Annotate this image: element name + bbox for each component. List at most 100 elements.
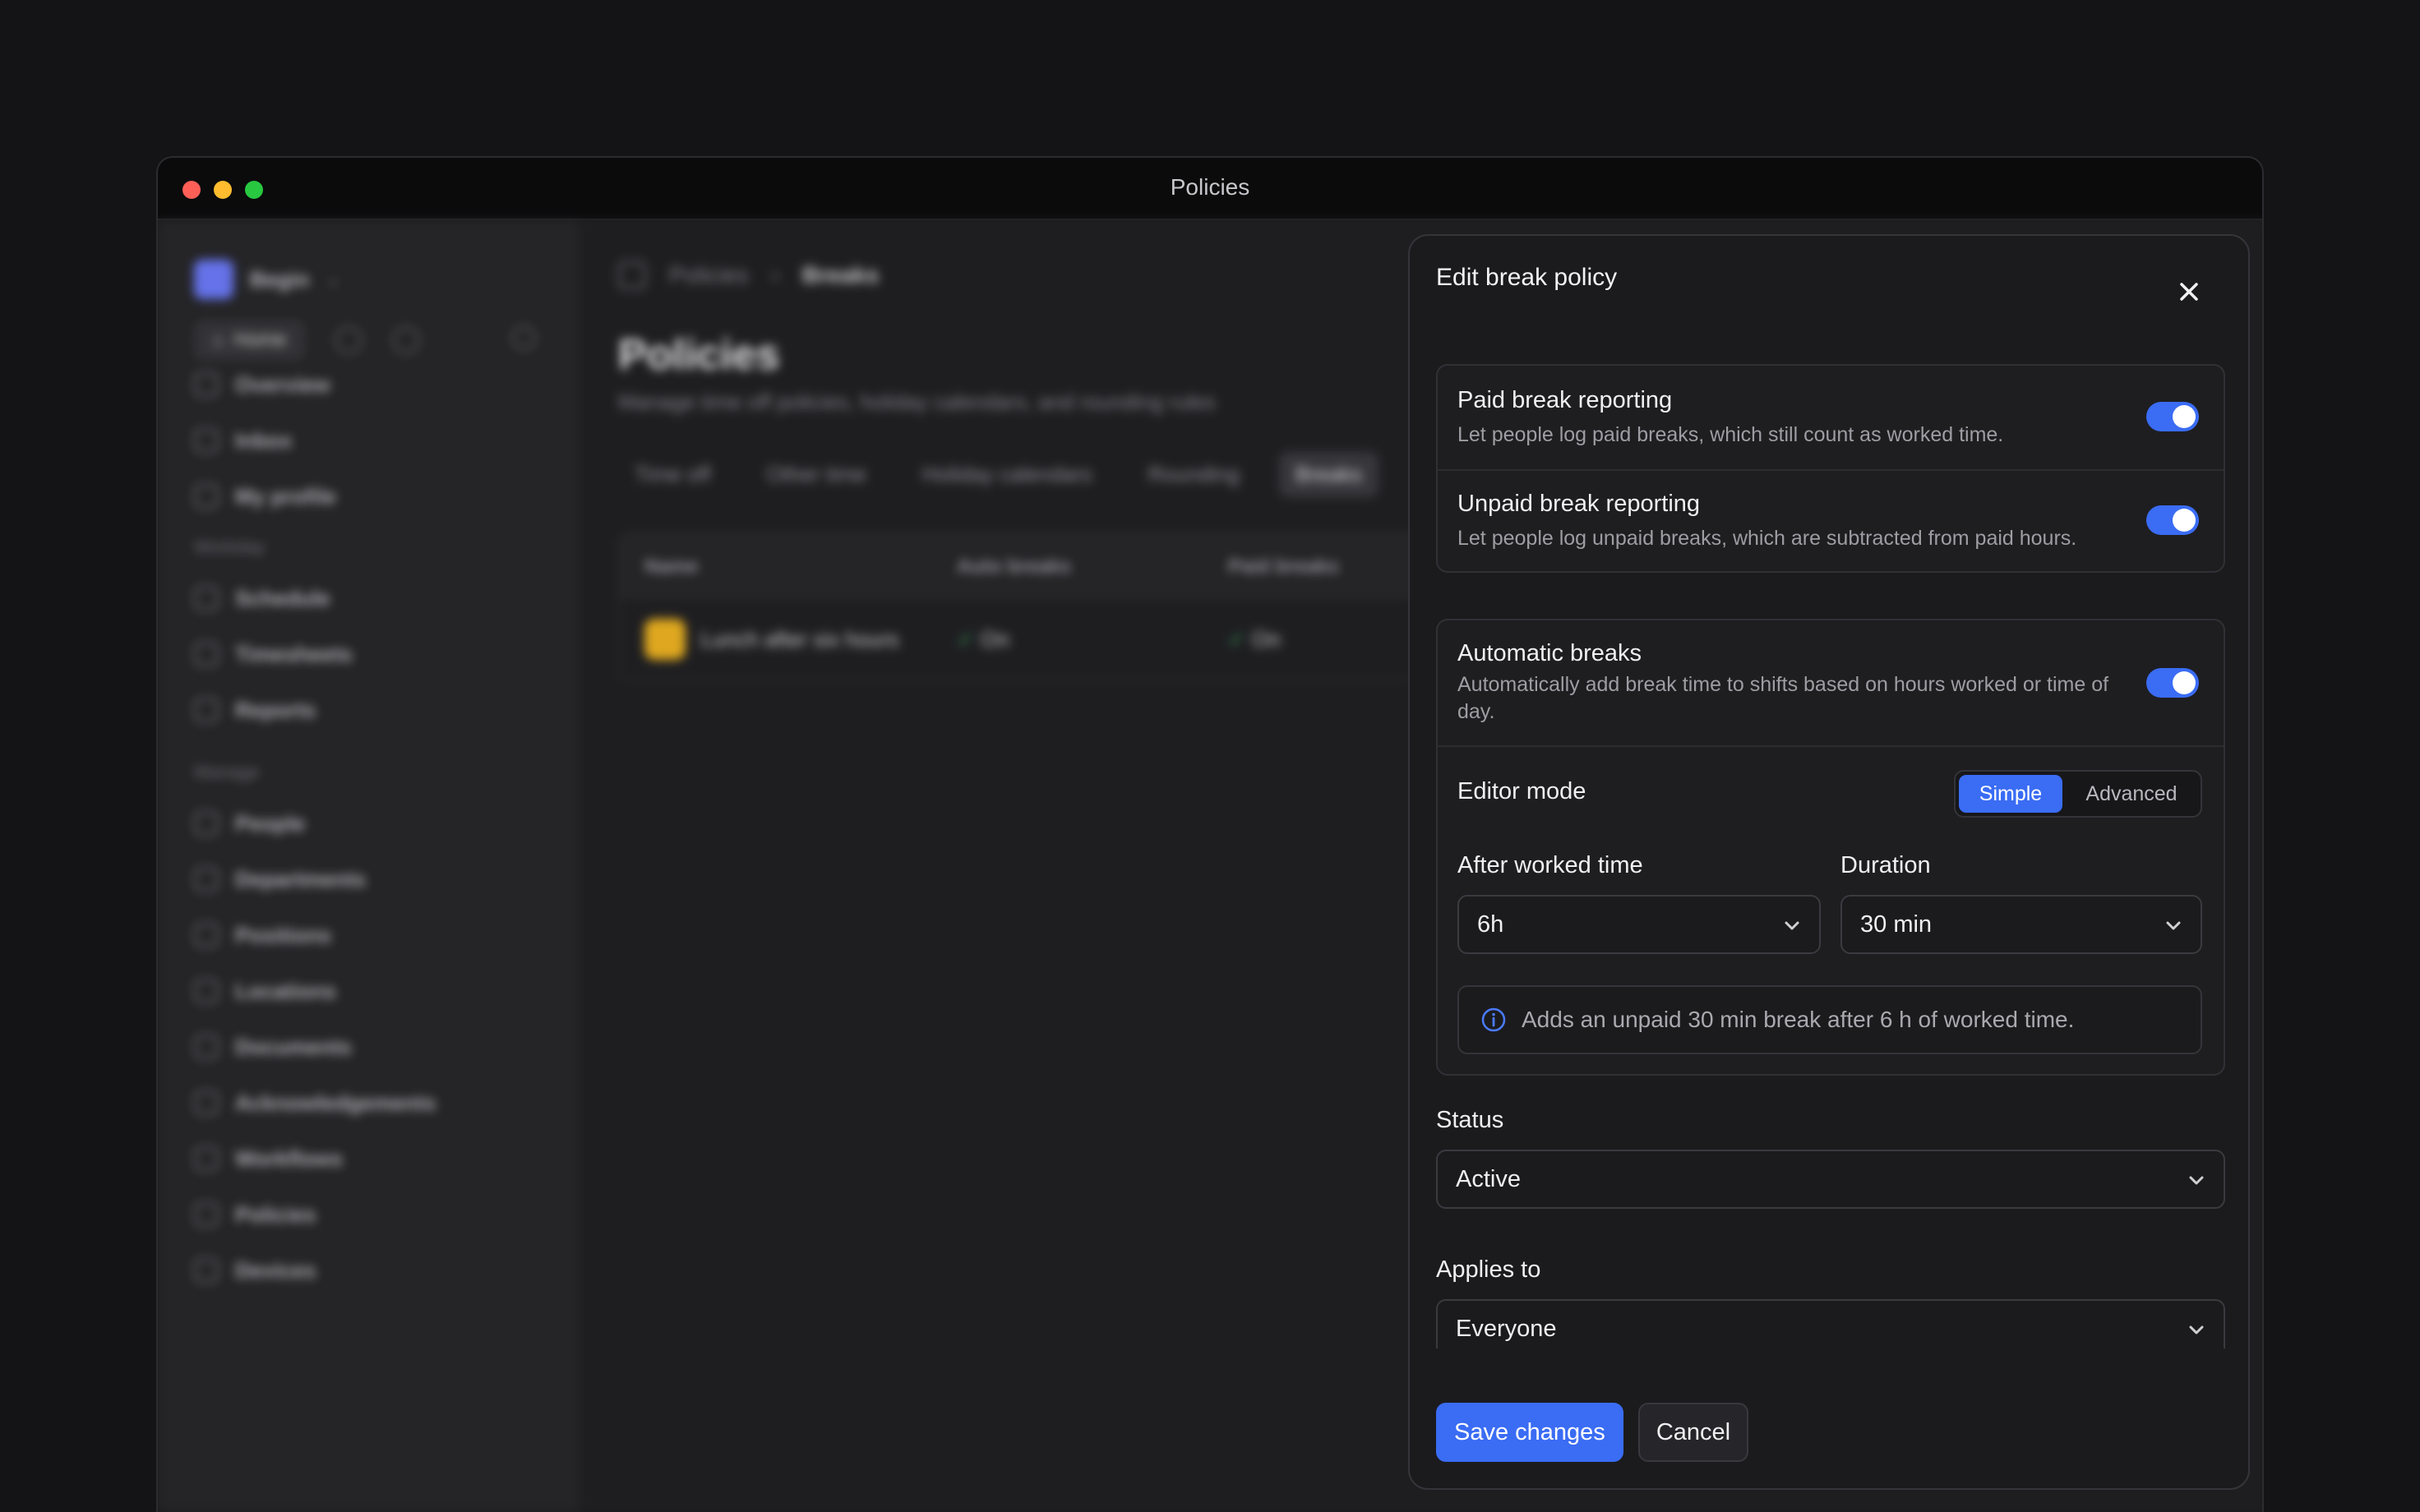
info-icon [1481,1007,1506,1032]
sidebar-item[interactable]: Reports [194,682,353,738]
automatic-breaks-card: Automatic breaks Automatically add break… [1436,619,2225,1076]
editor-mode-segmented-control: Simple Advanced [1954,770,2202,818]
after-worked-time-select[interactable]: 6h [1457,895,1821,954]
duration-label: Duration [1840,852,1931,878]
locations-icon [194,979,219,1003]
sidebar-item[interactable]: Devices [194,1242,436,1298]
tab-rounding[interactable]: Rounding [1132,452,1256,497]
sidebar-item[interactable]: Overview [194,357,336,413]
workspace-name: Begin [250,266,310,292]
duration-select[interactable]: 30 min [1840,895,2202,954]
info-callout: Adds an unpaid 30 min break after 6 h of… [1457,985,2202,1054]
editor-mode-label: Editor mode [1457,778,1586,804]
sidebar-item[interactable]: My profile [194,468,336,524]
paid-breaks-value: On [1252,626,1281,652]
search-icon[interactable] [511,325,536,350]
breadcrumb-item[interactable]: Policies [669,262,748,288]
policies-icon [194,1202,219,1227]
section-label: Manage [194,762,260,782]
edit-break-policy-dialog: Edit break policy Paid break reporting L… [1408,234,2250,1490]
home-button[interactable]: ⌂ Home [194,320,305,360]
after-worked-time-label: After worked time [1457,852,1643,878]
departments-icon [194,867,219,892]
editor-mode-advanced[interactable]: Advanced [2066,775,2197,813]
home-icon: ⌂ [212,329,224,351]
sidebar-item[interactable]: Positions [194,907,436,963]
sidebar-item[interactable]: Locations [194,963,436,1019]
page-title: Policies [618,331,780,379]
paid-break-desc: Let people log paid breaks, which still … [1457,423,2004,446]
close-icon [2180,283,2198,301]
tab-breaks[interactable]: Breaks [1278,452,1379,497]
info-text: Adds an unpaid 30 min break after 6 h of… [1522,1007,2075,1032]
workspace-logo [194,260,233,299]
sidebar-item[interactable]: Acknowledgements [194,1075,436,1131]
save-changes-button[interactable]: Save changes [1436,1403,1623,1462]
unpaid-break-title: Unpaid break reporting [1457,491,1701,517]
check-icon: ✓ [1228,626,1253,652]
notifications-icon[interactable] [334,326,363,354]
sidebar-item[interactable]: Schedule [194,570,353,626]
documents-icon [194,1035,219,1059]
unpaid-break-toggle[interactable] [2146,505,2199,535]
break-reporting-card: Paid break reporting Let people log paid… [1436,364,2225,573]
policy-icon [644,619,686,660]
tab-holiday-calendars[interactable]: Holiday calendars [906,452,1109,497]
tabs: Time off Other time Holiday calendars Ro… [618,452,1379,497]
applies-to-value: Everyone [1456,1315,1557,1342]
after-worked-time-value: 6h [1477,910,1504,938]
sidebar-item[interactable]: Workflows [194,1131,436,1187]
inbox-icon [194,428,219,453]
sidebar-item[interactable]: People [194,795,436,851]
auto-breaks-value: On [981,626,1009,652]
quick-actions: ⌂ Home [194,320,420,360]
column-header[interactable]: Auto breaks [957,555,1228,579]
editor-mode-simple[interactable]: Simple [1959,775,2062,813]
status-label: Status [1436,1107,1504,1133]
home-label: Home [233,329,287,351]
policy-name: Lunch after six hours [700,626,899,652]
workflows-icon [194,1146,219,1171]
chevron-down-icon [2166,921,2181,930]
dialog-scroll-area[interactable]: Paid break reporting Let people log paid… [1436,364,2225,1348]
automatic-breaks-toggle[interactable] [2146,668,2199,698]
dialog-footer: Save changes Cancel [1436,1403,1749,1462]
app-window: Policies Begin ⌄ ⌂ Home Overview Inbox M… [156,156,2264,1512]
window-title: Policies [1170,174,1250,200]
chevron-down-icon [1785,921,1799,930]
sidebar-item[interactable]: Departments [194,851,436,907]
sidebar-toggle-icon[interactable] [618,261,646,289]
profile-icon [194,484,219,509]
sidebar-item[interactable]: Inbox [194,413,336,468]
section-label: Workday [194,537,266,557]
sidebar-item[interactable]: Timesheets [194,626,353,682]
applies-to-select[interactable]: Everyone [1436,1299,2225,1348]
status-select[interactable]: Active [1436,1150,2225,1209]
sidebar: Begin ⌄ ⌂ Home Overview Inbox My profile… [158,220,579,1512]
cancel-button[interactable]: Cancel [1637,1403,1749,1462]
breadcrumb: Policies › Breaks [618,261,879,289]
duration-value: 30 min [1860,910,1933,938]
tab-time-off[interactable]: Time off [618,452,727,497]
help-icon[interactable] [391,326,420,354]
close-button[interactable] [2173,275,2205,308]
tab-other-time[interactable]: Other time [750,452,882,497]
automatic-breaks-settings: Editor mode Simple Advanced After worked… [1438,747,2224,1076]
sidebar-item[interactable]: Policies [194,1187,436,1242]
paid-break-toggle[interactable] [2146,402,2199,431]
automatic-breaks-row: Automatic breaks Automatically add break… [1438,620,2224,745]
page-subtitle: Manage time off policies, holiday calend… [618,390,1216,414]
workspace-switcher[interactable]: Begin ⌄ [194,260,341,299]
sidebar-item[interactable]: Documents [194,1019,436,1075]
chevron-down-icon: ⌄ [326,269,341,289]
check-icon: ✓ [957,626,981,652]
devices-icon [194,1258,219,1283]
chevron-right-icon: › [771,262,779,288]
nav-manage: Manage People Departments Positions Loca… [194,749,436,1298]
positions-icon [194,923,219,947]
chevron-down-icon [2189,1325,2204,1335]
timesheets-icon [194,642,219,666]
dialog-title: Edit break policy [1436,264,1618,291]
column-header[interactable]: Name [644,555,957,579]
people-icon [194,811,219,836]
